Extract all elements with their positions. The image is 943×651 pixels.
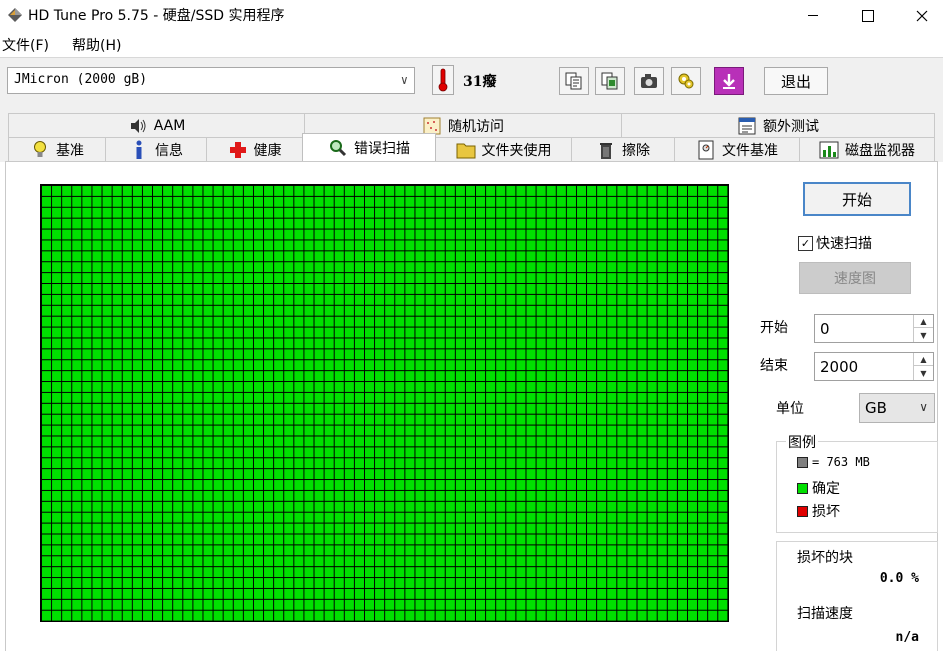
damaged-blocks-value: 0.0 % <box>879 571 919 586</box>
tab-error-scan-label: 错误扫描 <box>354 140 410 157</box>
health-cross-icon <box>228 140 248 160</box>
end-field-value: 2000 <box>820 358 859 376</box>
menu-file[interactable]: 文件(F) <box>2 35 49 55</box>
legend-title: 图例 <box>786 432 818 452</box>
legend-ok-swatch <box>797 482 808 494</box>
legend-block-swatch <box>797 456 808 468</box>
drive-select-value: JMicron (2000 gB) <box>14 72 148 87</box>
spin-up-icon[interactable]: ▲ <box>914 353 933 366</box>
title-bar: HD Tune Pro 5.75 - 硬盘/SSD 实用程序 <box>0 0 943 31</box>
tab-health-label: 健康 <box>253 142 282 159</box>
speed-map-button[interactable]: 速度图 <box>799 262 911 294</box>
checkbox-checked-icon: ✓ <box>798 235 813 251</box>
info-icon <box>129 140 149 160</box>
legend-block-size-text: = 763 MB <box>812 455 870 469</box>
chevron-down-icon: ∨ <box>919 400 928 414</box>
folder-icon <box>456 140 476 160</box>
menu-bar: 文件(F) 帮助(H) <box>0 31 943 57</box>
end-field[interactable]: 2000 ▲ ▼ <box>814 352 934 381</box>
end-field-spinner: ▲ ▼ <box>913 353 933 380</box>
tab-aam-label: AAM <box>153 117 186 134</box>
legend-damaged: 损坏 <box>797 501 840 521</box>
maximize-icon <box>862 9 874 22</box>
start-field[interactable]: 0 ▲ ▼ <box>814 314 934 343</box>
damaged-blocks-label: 损坏的块 <box>797 550 853 566</box>
app-icon <box>8 8 22 22</box>
exit-button[interactable]: 退出 <box>764 67 828 95</box>
thermometer-icon <box>432 65 454 95</box>
maximize-button[interactable] <box>845 0 891 31</box>
tab-folder-usage-label: 文件夹使用 <box>481 142 552 159</box>
tab-random-access-label: 随机访问 <box>448 118 504 135</box>
spin-down-icon[interactable]: ▼ <box>914 367 933 380</box>
tab-error-scan[interactable]: 错误扫描 <box>302 133 436 161</box>
tab-benchmark[interactable]: 基准 <box>8 137 106 161</box>
stats-group: 损坏的块 0.0 % 扫描速度 n/a <box>776 541 938 651</box>
legend-ok-label: 确定 <box>812 481 840 497</box>
tab-disk-monitor-label: 磁盘监视器 <box>845 142 915 159</box>
scan-speed-label: 扫描速度 <box>797 606 853 622</box>
drive-select[interactable]: JMicron (2000 gB) ∨ <box>7 67 415 94</box>
magnifier-icon <box>328 138 348 158</box>
download-icon <box>723 74 735 89</box>
close-icon <box>916 10 928 21</box>
camera-icon <box>641 74 657 88</box>
lightbulb-icon <box>30 140 50 160</box>
copy-screenshot-button[interactable] <box>595 67 625 95</box>
copy-screenshot-icon <box>601 72 618 90</box>
legend-group: 图例 = 763 MB 确定 损坏 <box>776 432 938 533</box>
legend-ok: 确定 <box>797 478 840 498</box>
chevron-down-icon: ∨ <box>400 73 408 87</box>
file-benchmark-icon <box>696 140 716 160</box>
download-button[interactable] <box>714 67 744 95</box>
quick-scan-checkbox[interactable]: ✓ 快速扫描 <box>798 233 872 253</box>
spin-down-icon[interactable]: ▼ <box>914 329 933 342</box>
tab-health[interactable]: 健康 <box>206 137 303 161</box>
legend-damaged-label: 损坏 <box>812 504 840 520</box>
options-icon <box>678 73 694 89</box>
scan-block-map <box>40 184 729 622</box>
toolbar: JMicron (2000 gB) ∨ 31癈 退出 <box>0 57 943 104</box>
unit-select-value: GB <box>865 399 887 417</box>
copy-text-icon <box>565 72 582 90</box>
window-title: HD Tune Pro 5.75 - 硬盘/SSD 实用程序 <box>28 8 285 24</box>
minimize-icon <box>808 15 818 16</box>
tab-folder-usage[interactable]: 文件夹使用 <box>435 137 572 161</box>
tab-info[interactable]: 信息 <box>105 137 207 161</box>
options-button[interactable] <box>671 67 701 95</box>
copy-text-button[interactable] <box>559 67 589 95</box>
legend-damaged-swatch <box>797 505 808 517</box>
tab-erase[interactable]: 擦除 <box>571 137 675 161</box>
camera-button[interactable] <box>634 67 664 95</box>
trash-icon <box>596 140 616 160</box>
start-field-spinner: ▲ ▼ <box>913 315 933 342</box>
quick-scan-label: 快速扫描 <box>816 236 872 252</box>
extra-tests-icon <box>737 116 757 136</box>
start-field-value: 0 <box>820 320 830 338</box>
tab-file-benchmark-label: 文件基准 <box>722 142 778 159</box>
spin-up-icon[interactable]: ▲ <box>914 315 933 328</box>
menu-help[interactable]: 帮助(H) <box>72 35 121 55</box>
unit-label: 单位 <box>776 401 804 417</box>
start-field-label: 开始 <box>760 320 788 336</box>
scan-speed-value: n/a <box>895 630 919 645</box>
end-field-label: 结束 <box>760 358 788 374</box>
bar-chart-icon <box>819 140 839 160</box>
minimize-button[interactable] <box>790 0 836 31</box>
close-button[interactable] <box>899 0 943 31</box>
tab-file-benchmark[interactable]: 文件基准 <box>674 137 800 161</box>
speaker-icon <box>128 116 148 136</box>
temperature-readout: 31癈 <box>463 74 497 90</box>
tab-info-label: 信息 <box>155 142 183 159</box>
tab-strip: AAM 随机访问 额外测试 基准 信息 健康 错误扫描 文件夹使用 擦除 文件基… <box>0 104 943 162</box>
start-scan-button[interactable]: 开始 <box>803 182 911 216</box>
tab-extra-tests-label: 额外测试 <box>763 118 819 135</box>
tab-aam[interactable]: AAM <box>8 113 305 137</box>
unit-select[interactable]: GB ∨ <box>859 393 935 423</box>
tab-erase-label: 擦除 <box>622 142 650 159</box>
legend-block-size: = 763 MB <box>797 455 870 469</box>
tab-disk-monitor[interactable]: 磁盘监视器 <box>799 137 935 161</box>
tab-extra-tests[interactable]: 额外测试 <box>621 113 935 137</box>
tab-benchmark-label: 基准 <box>56 142 84 159</box>
